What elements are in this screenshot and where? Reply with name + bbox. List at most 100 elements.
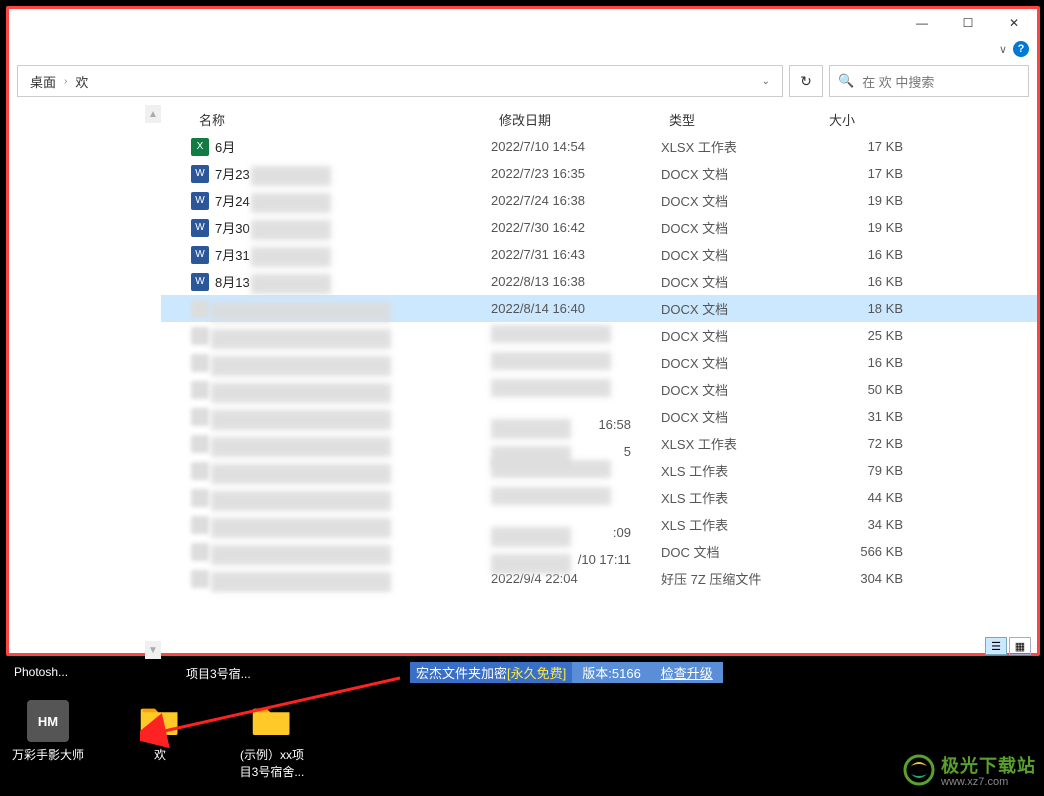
file-type: DOCX 文档 bbox=[661, 218, 821, 237]
desktop-icon-example-folder[interactable]: (示例）xx项目3号宿舍... bbox=[236, 700, 308, 780]
nav-scroll-down[interactable]: ▼ bbox=[145, 641, 161, 659]
file-row[interactable]: 2022/9/4 22:04好压 7Z 压缩文件304 KB bbox=[161, 565, 1037, 592]
file-row[interactable]: DOCX 文档50 KB bbox=[161, 376, 1037, 403]
file-row[interactable]: 2022/8/14 16:40DOCX 文档18 KB bbox=[161, 295, 1037, 322]
navigation-pane[interactable]: ▲ ▼ bbox=[9, 105, 161, 659]
file-type: DOCX 文档 bbox=[661, 245, 821, 264]
docx-file-icon: W bbox=[191, 273, 209, 291]
column-date[interactable]: 修改日期 bbox=[491, 106, 661, 133]
file-type: DOCX 文档 bbox=[661, 272, 821, 291]
refresh-button[interactable]: ↻ bbox=[789, 65, 823, 97]
file-type: DOCX 文档 bbox=[661, 164, 821, 183]
file-rows: X6月2022/7/10 14:54XLSX 工作表17 KBW7月232022… bbox=[161, 133, 1037, 592]
file-size: 19 KB bbox=[821, 220, 921, 235]
file-row[interactable]: W7月242022/7/24 16:38DOCX 文档19 KB bbox=[161, 187, 1037, 214]
docx-file-icon: W bbox=[191, 165, 209, 183]
file-row[interactable]: 16:58DOCX 文档31 KB bbox=[161, 403, 1037, 430]
blur-file-icon bbox=[191, 327, 209, 345]
breadcrumb-desktop[interactable]: 桌面 bbox=[24, 68, 62, 95]
file-type: 好压 7Z 压缩文件 bbox=[661, 569, 821, 588]
search-placeholder: 在 欢 中搜索 bbox=[862, 72, 934, 91]
file-size: 31 KB bbox=[821, 409, 921, 424]
file-row[interactable]: XLS 工作表44 KB bbox=[161, 484, 1037, 511]
column-name[interactable]: 名称 bbox=[191, 106, 491, 133]
breadcrumb-folder[interactable]: 欢 bbox=[69, 68, 94, 95]
file-row[interactable]: /10 17:11DOC 文档566 KB bbox=[161, 538, 1037, 565]
blur-file-icon bbox=[191, 570, 209, 588]
ribbon-bar: ∨ ? bbox=[9, 39, 1037, 59]
xlsx-file-icon: X bbox=[191, 138, 209, 156]
file-name: 7月30 bbox=[215, 218, 250, 237]
maximize-button[interactable]: ☐ bbox=[945, 9, 991, 37]
nav-scroll-up[interactable]: ▲ bbox=[145, 105, 161, 123]
address-dropdown-icon[interactable]: ⌄ bbox=[756, 72, 776, 91]
help-icon[interactable]: ? bbox=[1013, 41, 1029, 57]
content-area: ▲ ▼ 名称 修改日期 类型 大小 X6月2022/7/10 14:54XLSX… bbox=[9, 105, 1037, 659]
blur-file-icon bbox=[191, 354, 209, 372]
file-row[interactable]: W 8月13 2022/8/13 16:38DOCX 文档16 KB bbox=[161, 268, 1037, 295]
watermark: 极光下载站 www.xz7.com bbox=[903, 752, 1036, 788]
file-row[interactable]: 5XLSX 工作表72 KB bbox=[161, 430, 1037, 457]
blur-file-icon bbox=[191, 408, 209, 426]
search-icon: 🔍 bbox=[838, 73, 854, 89]
file-date: 2022/7/24 16:38 bbox=[491, 193, 661, 208]
file-type: DOCX 文档 bbox=[661, 326, 821, 345]
file-row[interactable]: XLS 工作表79 KB bbox=[161, 457, 1037, 484]
blur-file-icon bbox=[191, 381, 209, 399]
search-input[interactable]: 🔍 在 欢 中搜索 bbox=[829, 65, 1029, 97]
file-size: 16 KB bbox=[821, 274, 921, 289]
file-date bbox=[491, 352, 661, 373]
file-list-pane: 名称 修改日期 类型 大小 X6月2022/7/10 14:54XLSX 工作表… bbox=[161, 105, 1037, 659]
file-size: 50 KB bbox=[821, 382, 921, 397]
file-type: DOCX 文档 bbox=[661, 407, 821, 426]
status-app-title: 宏杰文件夹加密[永久免费] bbox=[410, 662, 572, 683]
column-size[interactable]: 大小 bbox=[821, 106, 921, 133]
file-date: 2022/8/14 16:40 bbox=[491, 301, 661, 316]
column-type[interactable]: 类型 bbox=[661, 106, 821, 133]
file-row[interactable]: DOCX 文档16 KB bbox=[161, 349, 1037, 376]
close-button[interactable]: ✕ bbox=[991, 9, 1037, 37]
desktop-icons: HM 万彩手影大师 欢 (示例）xx项目3号宿舍... bbox=[12, 700, 308, 780]
file-size: 79 KB bbox=[821, 463, 921, 478]
blur-file-icon bbox=[191, 516, 209, 534]
file-type: XLS 工作表 bbox=[661, 488, 821, 507]
file-size: 34 KB bbox=[821, 517, 921, 532]
file-type: XLSX 工作表 bbox=[661, 434, 821, 453]
file-date: 2022/8/13 16:38 bbox=[491, 274, 661, 289]
desktop-icon-label: 欢 bbox=[154, 746, 166, 763]
column-headers: 名称 修改日期 类型 大小 bbox=[161, 105, 1037, 133]
file-size: 16 KB bbox=[821, 355, 921, 370]
file-size: 18 KB bbox=[821, 301, 921, 316]
view-thumbnails-button[interactable]: ▦ bbox=[1009, 637, 1031, 655]
file-size: 72 KB bbox=[821, 436, 921, 451]
file-row[interactable]: W7月232022/7/23 16:35DOCX 文档17 KB bbox=[161, 160, 1037, 187]
file-row[interactable]: X6月2022/7/10 14:54XLSX 工作表17 KB bbox=[161, 133, 1037, 160]
desktop-icon-wancai[interactable]: HM 万彩手影大师 bbox=[12, 700, 84, 780]
app-icon: HM bbox=[27, 700, 69, 742]
file-date: 2022/7/10 14:54 bbox=[491, 139, 661, 154]
desktop-icon-label: (示例）xx项目3号宿舍... bbox=[236, 746, 308, 780]
blur-file-icon bbox=[191, 543, 209, 561]
file-size: 44 KB bbox=[821, 490, 921, 505]
docx-file-icon: W bbox=[191, 246, 209, 264]
file-date bbox=[491, 325, 661, 346]
file-row[interactable]: :09XLS 工作表34 KB bbox=[161, 511, 1037, 538]
file-row[interactable]: DOCX 文档25 KB bbox=[161, 322, 1037, 349]
folder-icon bbox=[139, 700, 181, 742]
address-bar[interactable]: 桌面 › 欢 ⌄ bbox=[17, 65, 783, 97]
ribbon-collapse-icon[interactable]: ∨ bbox=[999, 43, 1007, 56]
desktop-icon-huan-folder[interactable]: 欢 bbox=[124, 700, 196, 780]
file-row[interactable]: W7月312022/7/31 16:43DOCX 文档16 KB bbox=[161, 241, 1037, 268]
view-details-button[interactable]: ☰ bbox=[985, 637, 1007, 655]
file-name: 8月13 bbox=[215, 272, 250, 291]
file-size: 17 KB bbox=[821, 166, 921, 181]
status-check-upgrade[interactable]: 检查升级 bbox=[651, 662, 723, 683]
file-row[interactable]: W7月302022/7/30 16:42DOCX 文档19 KB bbox=[161, 214, 1037, 241]
minimize-button[interactable]: — bbox=[899, 9, 945, 37]
file-type: DOCX 文档 bbox=[661, 299, 821, 318]
folder-icon bbox=[251, 700, 293, 742]
view-toggles: ☰ ▦ bbox=[985, 637, 1031, 655]
file-type: DOCX 文档 bbox=[661, 191, 821, 210]
file-date: 2022/7/30 16:42 bbox=[491, 220, 661, 235]
watermark-logo-icon bbox=[903, 754, 935, 786]
